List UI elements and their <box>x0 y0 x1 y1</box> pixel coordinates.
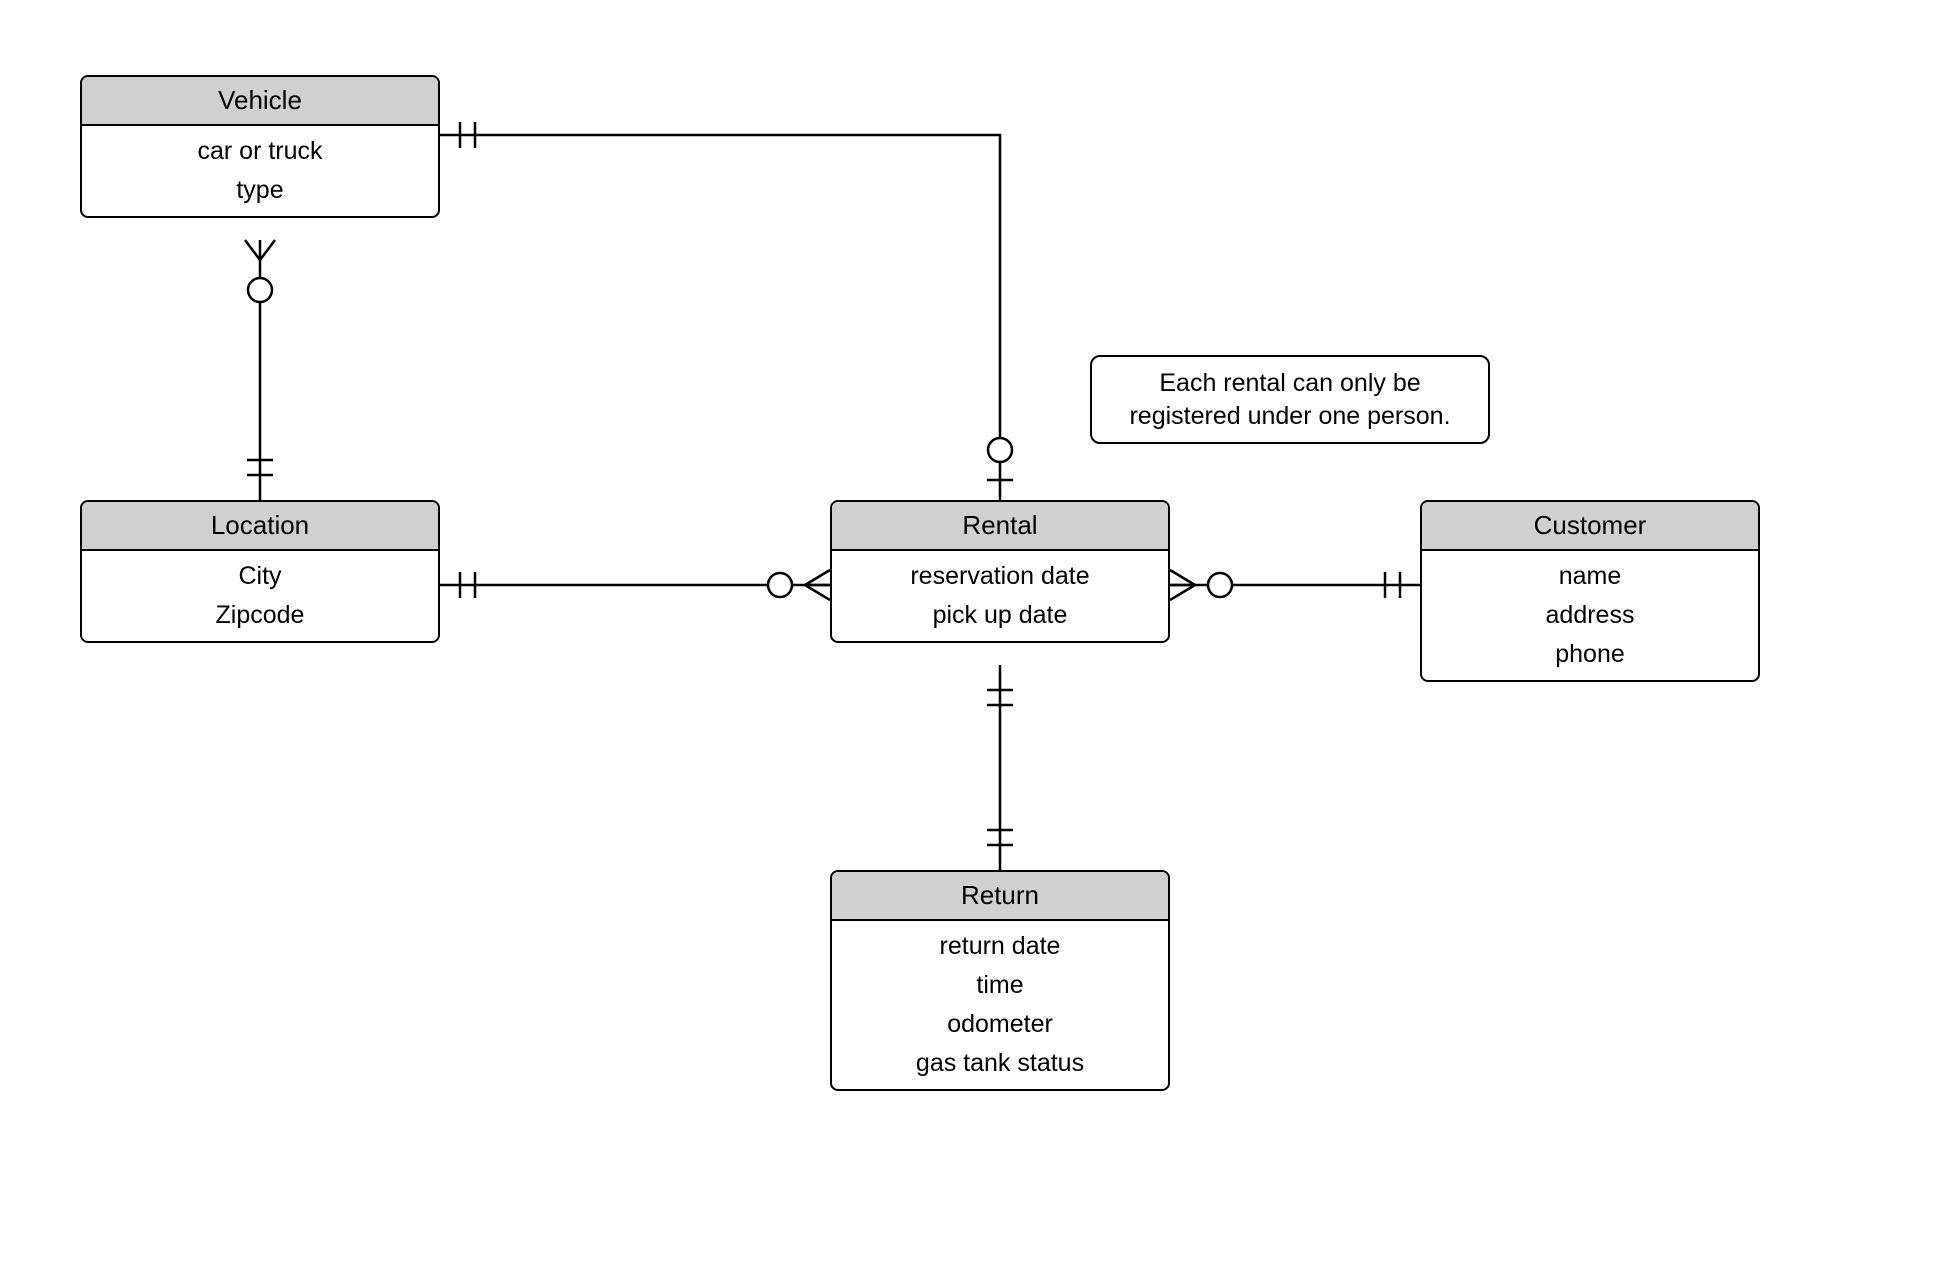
entity-return: Return return date time odometer gas tan… <box>830 870 1170 1091</box>
entity-vehicle-attr: type <box>82 171 438 210</box>
entity-vehicle: Vehicle car or truck type <box>80 75 440 218</box>
entity-customer-attr: name <box>1422 557 1758 596</box>
entity-rental-header: Rental <box>832 502 1168 551</box>
entity-vehicle-attr: car or truck <box>82 132 438 171</box>
note-line: Each rental can only be <box>1159 369 1420 397</box>
entity-customer-attr: address <box>1422 596 1758 635</box>
entity-location-body: City Zipcode <box>82 551 438 641</box>
entity-location-attr: City <box>82 557 438 596</box>
note-line: registered under one person. <box>1129 402 1450 430</box>
entity-return-attr: return date <box>832 927 1168 966</box>
entity-location-header: Location <box>82 502 438 551</box>
entity-return-header: Return <box>832 872 1168 921</box>
entity-rental-body: reservation date pick up date <box>832 551 1168 641</box>
entity-customer: Customer name address phone <box>1420 500 1760 682</box>
entity-customer-attr: phone <box>1422 635 1758 674</box>
entity-location: Location City Zipcode <box>80 500 440 643</box>
entity-customer-header: Customer <box>1422 502 1758 551</box>
diagram-note: Each rental can only be registered under… <box>1090 355 1490 444</box>
entity-vehicle-header: Vehicle <box>82 77 438 126</box>
entity-customer-body: name address phone <box>1422 551 1758 680</box>
entity-rental-attr: reservation date <box>832 557 1168 596</box>
entity-rental-attr: pick up date <box>832 596 1168 635</box>
entity-return-attr: gas tank status <box>832 1044 1168 1083</box>
entity-return-body: return date time odometer gas tank statu… <box>832 921 1168 1089</box>
entity-return-attr: time <box>832 966 1168 1005</box>
entity-location-attr: Zipcode <box>82 596 438 635</box>
entity-rental: Rental reservation date pick up date <box>830 500 1170 643</box>
entity-vehicle-body: car or truck type <box>82 126 438 216</box>
entity-return-attr: odometer <box>832 1005 1168 1044</box>
